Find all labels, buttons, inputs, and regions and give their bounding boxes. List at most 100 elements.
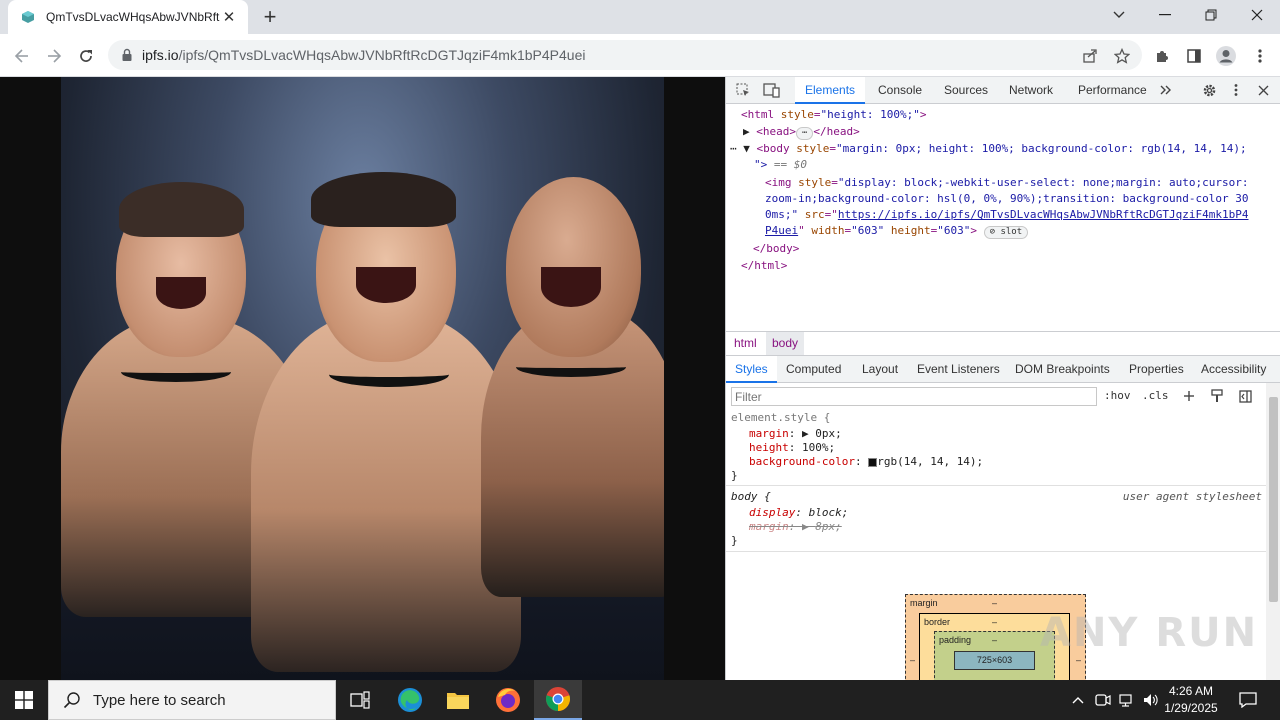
tab-elements[interactable]: Elements <box>795 77 866 104</box>
taskbar-clock[interactable]: 4:26 AM 1/29/2025 <box>1160 683 1222 717</box>
tab-close-icon[interactable]: ✕ <box>220 8 238 26</box>
bookmark-star-icon[interactable] <box>1108 42 1136 70</box>
tab-network[interactable]: Network <box>999 77 1063 104</box>
dom-tree: <html style="height: 100%;"> ▶ <head> ⋯ </… <box>726 105 1280 331</box>
ua-stylesheet-label: user agent stylesheet <box>1122 490 1262 503</box>
volume-icon[interactable] <box>1140 680 1162 720</box>
img-src-link[interactable]: https://ipfs.io/ipfs/QmTvsDLvacWHqsAbwJV… <box>838 208 1249 221</box>
dom-line-body-close[interactable]: </body> <box>753 242 799 255</box>
dom-line-html[interactable]: <html style="height: 100%;"> <box>741 108 926 121</box>
rule-margin[interactable]: margin: ▶ 0px; <box>749 427 842 440</box>
minimize-icon[interactable] <box>1142 0 1188 30</box>
file-explorer-icon[interactable] <box>434 680 482 720</box>
browser-tab[interactable]: QmTvsDLvacWHqsAbwJVNbRftR ✕ <box>8 0 248 34</box>
tab-performance[interactable]: Performance <box>1068 77 1157 104</box>
styles-filter-input[interactable] <box>731 387 1097 406</box>
computed-sidebar-toggle-icon[interactable] <box>1236 387 1254 405</box>
dom-line-body-end: "> == $0 <box>754 158 807 171</box>
breadcrumb: html body <box>726 331 1280 356</box>
styles-pane-tabbar: Styles Computed Layout Event Listeners D… <box>726 356 1280 383</box>
rule-divider-2 <box>726 551 1266 552</box>
rule-close: } <box>731 469 738 482</box>
devtools-panel: Elements Console Sources Network Perform… <box>725 77 1280 684</box>
body-selector: body { <box>731 490 771 503</box>
tab-sources[interactable]: Sources <box>934 77 998 104</box>
breadcrumb-body[interactable]: body <box>766 332 805 355</box>
rule-height[interactable]: height: 100%; <box>749 441 835 454</box>
share-icon[interactable] <box>1076 42 1104 70</box>
side-panel-icon[interactable] <box>1180 42 1208 70</box>
chrome-icon[interactable] <box>534 680 582 720</box>
styles-filter-bar: :hov .cls <box>726 383 1266 409</box>
address-bar[interactable]: ipfs.io/ipfs/QmTvsDLvacWHqsAbwJVNbRftRcD… <box>108 40 1142 70</box>
notifications-icon[interactable] <box>1234 680 1262 720</box>
inspect-element-icon[interactable] <box>733 81 753 99</box>
tab-title: QmTvsDLvacWHqsAbwJVNbRftR <box>46 10 220 24</box>
url-text: ipfs.io/ipfs/QmTvsDLvacWHqsAbwJVNbRftRcD… <box>142 47 586 63</box>
paint-roller-icon[interactable] <box>1208 387 1226 405</box>
displayed-image[interactable] <box>61 77 664 680</box>
dom-line-html-close[interactable]: </html> <box>741 259 787 272</box>
windows-start-icon[interactable] <box>0 680 48 720</box>
cls-toggle[interactable]: .cls <box>1142 389 1169 402</box>
rule-divider <box>726 485 1266 486</box>
new-tab-icon[interactable]: + <box>258 4 282 29</box>
devtools-menu-icon[interactable] <box>1226 81 1246 99</box>
search-placeholder: Type here to search <box>93 691 226 709</box>
tab-search-chevron-icon[interactable] <box>1096 0 1142 30</box>
page-viewport <box>0 77 725 680</box>
color-swatch[interactable] <box>868 457 878 467</box>
breadcrumb-html[interactable]: html <box>728 332 763 355</box>
tab-event-listeners[interactable]: Event Listeners <box>908 356 1009 383</box>
rule-background-color[interactable]: background-color: rgb(14, 14, 14); <box>749 455 983 468</box>
dom-line-img-2: zoom-in;background-color: hsl(0, 0%, 90%… <box>765 192 1249 205</box>
settings-gear-icon[interactable] <box>1199 81 1219 99</box>
back-icon[interactable] <box>8 42 36 70</box>
task-view-icon[interactable] <box>336 680 384 720</box>
rule-display: display: block; <box>749 506 849 519</box>
tab-styles[interactable]: Styles <box>726 356 777 383</box>
reload-icon[interactable] <box>72 42 100 70</box>
styles-scrollbar[interactable] <box>1266 383 1280 680</box>
tab-strip: QmTvsDLvacWHqsAbwJVNbRftR ✕ + <box>0 0 1280 34</box>
hov-toggle[interactable]: :hov <box>1104 389 1131 402</box>
clock-time: 4:26 AM <box>1168 684 1214 698</box>
anyrun-watermark: ANY RUN <box>1040 610 1259 656</box>
more-tabs-chevron-icon[interactable] <box>1156 81 1176 99</box>
device-toolbar-icon[interactable] <box>761 81 781 99</box>
devtools-tabbar: Elements Console Sources Network Perform… <box>726 77 1280 104</box>
extensions-puzzle-icon[interactable] <box>1148 42 1176 70</box>
dom-line-img-3: 0ms;" src="https://ipfs.io/ipfs/QmTvsDLv… <box>765 208 1249 221</box>
dom-line-head[interactable]: ▶ <head> ⋯ </head> <box>743 125 860 140</box>
rule-close-2: } <box>731 534 738 547</box>
close-devtools-icon[interactable] <box>1253 81 1273 99</box>
network-icon[interactable] <box>1116 680 1138 720</box>
tab-console[interactable]: Console <box>868 77 932 104</box>
new-style-rule-icon[interactable] <box>1180 387 1198 405</box>
profile-avatar-icon[interactable] <box>1212 42 1240 70</box>
firefox-icon[interactable] <box>484 680 532 720</box>
tab-dom-breakpoints[interactable]: DOM Breakpoints <box>1006 356 1119 383</box>
clock-date: 1/29/2025 <box>1164 701 1218 715</box>
tab-properties[interactable]: Properties <box>1120 356 1193 383</box>
tray-overflow-chevron-icon[interactable] <box>1068 680 1088 720</box>
edge-browser-icon[interactable] <box>386 680 434 720</box>
taskbar-search-box[interactable]: Type here to search <box>48 680 336 720</box>
tab-layout[interactable]: Layout <box>853 356 907 383</box>
meet-now-icon[interactable] <box>1092 680 1114 720</box>
tab-accessibility[interactable]: Accessibility <box>1192 356 1275 383</box>
dom-line-body[interactable]: ⋯ ▼ <body style="margin: 0px; height: 10… <box>730 142 1247 155</box>
box-model-content[interactable]: 725×603 <box>954 651 1035 670</box>
dom-line-img-1[interactable]: <img style="display: block;-webkit-user-… <box>765 176 1248 189</box>
tab-computed[interactable]: Computed <box>777 356 850 383</box>
forward-icon[interactable] <box>40 42 68 70</box>
rule-ua-margin: margin: ▶ 8px; <box>749 520 842 533</box>
close-window-icon[interactable] <box>1234 0 1280 30</box>
ipfs-cube-icon <box>20 9 36 25</box>
restore-icon[interactable] <box>1188 0 1234 30</box>
scrollbar-thumb[interactable] <box>1269 397 1278 602</box>
browser-toolbar: ipfs.io/ipfs/QmTvsDLvacWHqsAbwJVNbRftRcD… <box>0 34 1280 77</box>
slot-badge[interactable]: ⊘ slot <box>983 226 1029 239</box>
more-menu-icon[interactable] <box>1246 42 1274 70</box>
dom-line-img-4: P4uei" width="603" height="603"> ⊘ slot <box>765 224 1029 239</box>
